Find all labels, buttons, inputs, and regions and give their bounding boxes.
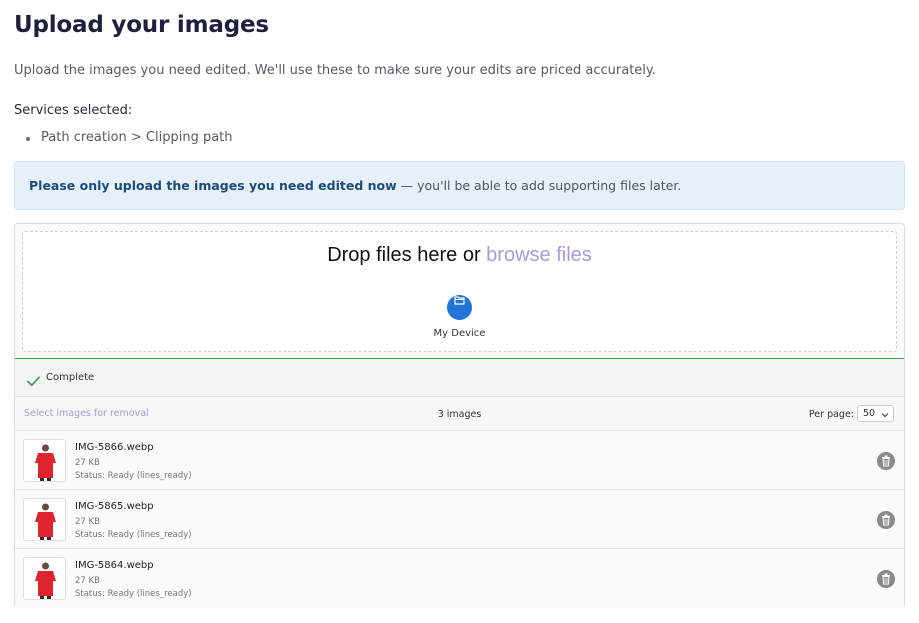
trash-icon [882, 455, 890, 467]
file-size: 27 KB [75, 517, 100, 527]
folder-icon [447, 295, 472, 320]
remove-file-button[interactable] [877, 570, 895, 588]
intro-text: Upload the images you need edited. We'll… [14, 63, 656, 78]
services-list: Path creation > Clipping path [24, 130, 233, 145]
file-thumbnail [23, 557, 66, 600]
upload-status-bar: Complete [15, 358, 904, 397]
notice-bold-text: Please only upload the images you need e… [29, 178, 397, 193]
chevron-down-icon [881, 410, 889, 421]
file-row: IMG-5866.webp 27 KB Status: Ready (lines… [15, 431, 904, 490]
file-thumbnail [23, 498, 66, 541]
status-text: Complete [46, 372, 95, 383]
per-page-label: Per page: [808, 409, 854, 420]
drop-text-label: Drop files here or [327, 244, 487, 266]
browse-files-link[interactable]: browse files [486, 244, 592, 266]
per-page-select[interactable]: 50 [857, 405, 894, 422]
notice-banner: Please only upload the images you need e… [14, 161, 905, 210]
remove-file-button[interactable] [877, 511, 895, 529]
services-label: Services selected: [14, 103, 133, 118]
file-size: 27 KB [75, 576, 100, 586]
file-status: Status: Ready (lines_ready) [75, 589, 192, 599]
page-title: Upload your images [14, 12, 269, 38]
file-row: IMG-5864.webp 27 KB Status: Ready (lines… [15, 549, 904, 608]
file-thumbnail [23, 439, 66, 482]
dropzone[interactable]: Drop files here or browse files My Devic… [22, 231, 897, 352]
file-size: 27 KB [75, 458, 100, 468]
remove-file-button[interactable] [877, 452, 895, 470]
service-item: Path creation > Clipping path [24, 130, 233, 145]
file-row: IMG-5865.webp 27 KB Status: Ready (lines… [15, 490, 904, 549]
drop-text: Drop files here or browse files [23, 244, 896, 267]
image-count: 3 images [437, 409, 482, 420]
check-icon [27, 372, 40, 391]
file-name: IMG-5866.webp [75, 442, 154, 453]
my-device-button[interactable]: My Device [420, 288, 500, 339]
my-device-label: My Device [433, 328, 486, 339]
notice-rest-text: — you'll be able to add supporting files… [396, 178, 682, 193]
trash-icon [882, 573, 890, 585]
file-name: IMG-5865.webp [75, 501, 154, 512]
file-status: Status: Ready (lines_ready) [75, 471, 192, 481]
file-status: Status: Ready (lines_ready) [75, 530, 192, 540]
uploader: Drop files here or browse files My Devic… [14, 223, 905, 608]
file-list-toolbar: Select images for removal 3 images Per p… [15, 398, 904, 431]
trash-icon [882, 514, 890, 526]
per-page-value: 50 [863, 408, 876, 419]
file-name: IMG-5864.webp [75, 560, 154, 571]
